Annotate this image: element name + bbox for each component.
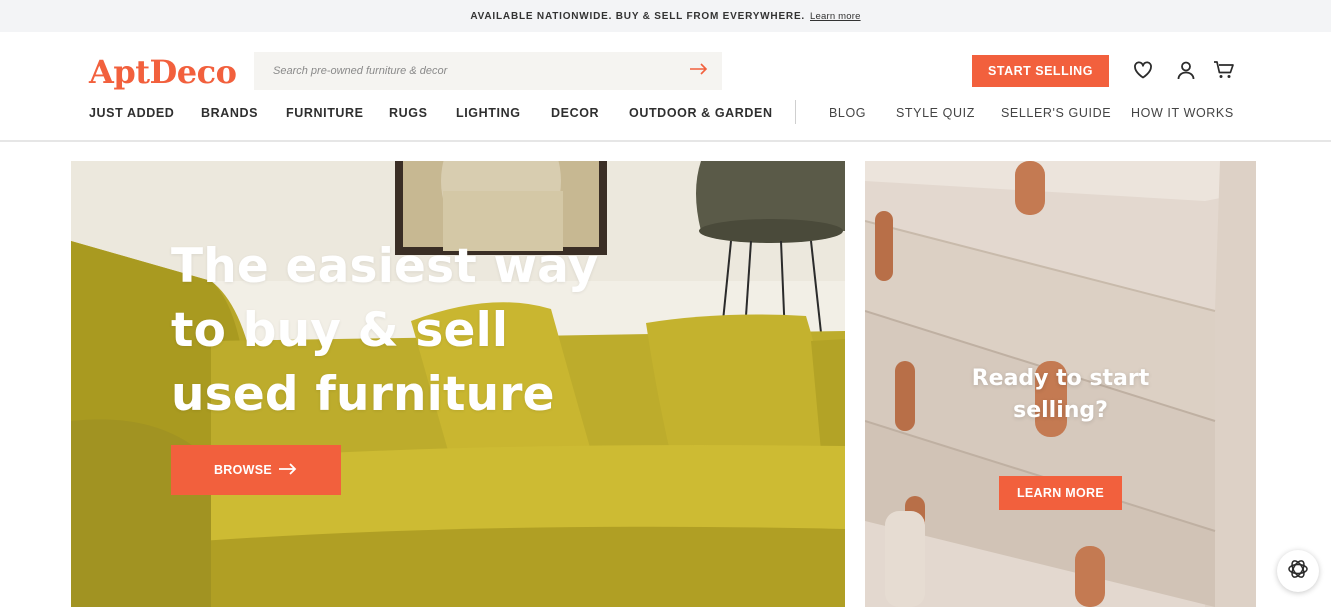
learn-more-button[interactable]: LEARN MORE <box>999 476 1122 510</box>
favorites-button[interactable] <box>1132 61 1154 83</box>
sell-promo-banner: Ready to start selling? LEARN MORE <box>865 161 1256 607</box>
promo-title-line: Ready to start <box>971 366 1150 391</box>
cart-button[interactable] <box>1213 60 1235 85</box>
nav-decor[interactable]: DECOR <box>551 106 599 120</box>
search-input[interactable] <box>273 65 676 77</box>
nav-divider <box>795 100 796 124</box>
chat-assistant-icon <box>1286 557 1310 586</box>
promo-title: Ready to start selling? <box>865 363 1256 427</box>
main-nav: JUST ADDED BRANDS FURNITURE RUGS LIGHTIN… <box>0 100 1331 126</box>
nav-sellers-guide[interactable]: SELLER'S GUIDE <box>1001 106 1111 120</box>
nav-blog[interactable]: BLOG <box>829 106 866 120</box>
chat-assistant-button[interactable] <box>1277 550 1319 592</box>
site-header: AptDeco START SELLING JUST ADDED BRANDS … <box>0 32 1331 142</box>
nav-style-quiz[interactable]: STYLE QUIZ <box>896 106 975 120</box>
arrow-right-icon <box>278 462 298 478</box>
hero-title-line: The easiest way <box>171 239 599 294</box>
nav-lighting[interactable]: LIGHTING <box>456 106 521 120</box>
nav-outdoor-garden[interactable]: OUTDOOR & GARDEN <box>629 106 773 120</box>
logo[interactable]: AptDeco <box>89 53 237 91</box>
nav-just-added[interactable]: JUST ADDED <box>89 106 174 120</box>
browse-label: BROWSE <box>213 463 273 477</box>
hero-title: The easiest way to buy & sell used furni… <box>171 235 631 427</box>
search-bar <box>254 52 722 90</box>
learn-more-link[interactable]: Learn more <box>810 11 861 22</box>
arrow-right-icon <box>689 62 709 81</box>
nav-how-it-works[interactable]: HOW IT WORKS <box>1131 106 1234 120</box>
search-submit-button[interactable] <box>676 52 722 90</box>
start-selling-button[interactable]: START SELLING <box>972 55 1109 87</box>
cart-icon <box>1213 60 1235 85</box>
hero-title-line: used furniture <box>171 367 555 422</box>
nav-brands[interactable]: BRANDS <box>201 106 258 120</box>
promo-title-line: selling? <box>1013 398 1108 423</box>
hero-title-line: to buy & sell <box>171 303 509 358</box>
heart-icon <box>1133 61 1153 84</box>
nav-furniture[interactable]: FURNITURE <box>286 106 364 120</box>
nav-rugs[interactable]: RUGS <box>389 106 428 120</box>
announcement-bar: AVAILABLE NATIONWIDE. BUY & SELL FROM EV… <box>0 0 1331 32</box>
account-button[interactable] <box>1175 61 1197 83</box>
announcement-text: AVAILABLE NATIONWIDE. BUY & SELL FROM EV… <box>470 10 805 22</box>
hero-banner: The easiest way to buy & sell used furni… <box>71 161 845 607</box>
user-icon <box>1176 60 1196 85</box>
browse-button[interactable]: BROWSE <box>171 445 341 495</box>
